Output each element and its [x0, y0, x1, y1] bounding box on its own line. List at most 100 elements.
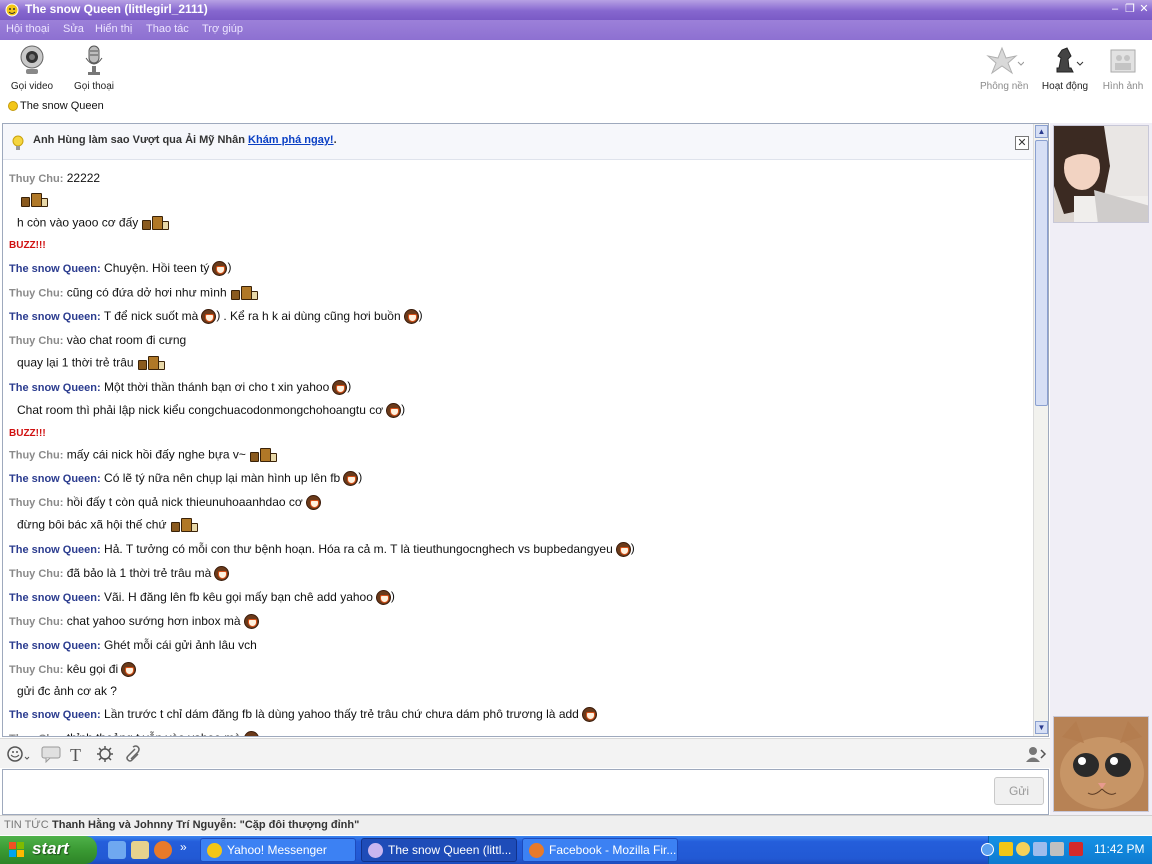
message-sender[interactable]: Thuy Chu:: [9, 335, 63, 347]
windows-logo-icon: [9, 842, 24, 857]
message-sender[interactable]: Thuy Chu:: [9, 616, 63, 628]
laugh-emoticon-icon: ): [212, 260, 234, 277]
menu-actions[interactable]: Thao tác: [146, 23, 189, 35]
laugh-emoticon-icon: ): [386, 402, 408, 419]
microphone-icon: [85, 45, 103, 75]
plugins-icon[interactable]: [95, 745, 115, 763]
minimize-button[interactable]: –: [1108, 2, 1122, 16]
send-button[interactable]: Gửi: [994, 777, 1044, 805]
tray-antivirus-icon[interactable]: [1069, 842, 1083, 856]
menu-help[interactable]: Trợ giúp: [202, 23, 243, 35]
activity-button[interactable]: Hoạt động: [1041, 44, 1089, 92]
drink-emoticon-icon: [230, 285, 259, 302]
chat-message: Thuy Chu: thỉnh thoảng t vẫn vào yahoo m…: [9, 731, 261, 736]
taskbar-item-chat-window[interactable]: The snow Queen (littl...: [361, 838, 517, 862]
images-button[interactable]: Hình ảnh: [1101, 44, 1145, 92]
message-text: Vãi. H đăng lên fb kêu gọi mấy bạn chê a…: [104, 590, 373, 604]
message-input[interactable]: [2, 769, 1049, 815]
firefox-quicklaunch-icon[interactable]: [154, 841, 172, 859]
online-status-icon: [8, 101, 18, 111]
contact-info-icon[interactable]: [1024, 745, 1048, 763]
message-sender[interactable]: Thuy Chu:: [9, 568, 63, 580]
message-sender[interactable]: The snow Queen:: [9, 592, 101, 604]
notepad-quicklaunch-icon[interactable]: [131, 841, 149, 859]
ad-banner: Anh Hùng làm sao Vượt qua Ải Mỹ Nhân Khá…: [3, 124, 1033, 160]
message-sender[interactable]: Thuy Chu:: [9, 288, 63, 300]
message-sender[interactable]: The snow Queen:: [9, 709, 101, 721]
banner-close-button[interactable]: ✕: [1015, 136, 1029, 150]
buzz-notice: BUZZ!!!: [9, 240, 46, 251]
ie-quicklaunch-icon[interactable]: [108, 841, 126, 859]
menu-conversation[interactable]: Hội thoại: [6, 23, 49, 35]
message-sender[interactable]: Thuy Chu:: [9, 664, 63, 676]
message-text: h còn vào yaoo cơ đấy: [17, 215, 139, 230]
flower-icon: [986, 46, 1025, 75]
message-text: Một thời thần thánh bạn ơi cho t xin yah…: [104, 380, 330, 394]
message-text: Chat room thì phải lập nick kiểu congchu…: [17, 403, 384, 417]
message-sender[interactable]: The snow Queen:: [9, 382, 101, 394]
chat-message: đừng bôi bác xã hội thế chứ: [17, 517, 199, 534]
menu-edit[interactable]: Sửa: [63, 23, 84, 35]
my-avatar[interactable]: [1053, 716, 1149, 812]
toolbar: Gọi video Gọi thoại Phông nền Hoạt động …: [0, 40, 1152, 98]
message-sender[interactable]: The snow Queen:: [9, 544, 101, 556]
message-text: . Kể ra h k ai dùng cũng hơi buồn: [223, 309, 401, 323]
attach-file-icon[interactable]: [122, 745, 140, 763]
conversation-area: Anh Hùng làm sao Vượt qua Ải Mỹ Nhân Khá…: [2, 123, 1049, 737]
message-text: vào chat room đi cưng: [66, 333, 187, 347]
menu-view[interactable]: Hiển thị: [95, 23, 132, 35]
chat-message: The snow Queen: Có lẽ tý nữa nên chụp lạ…: [9, 470, 365, 487]
message-sender[interactable]: The snow Queen:: [9, 263, 101, 275]
scroll-up-arrow-icon[interactable]: ▲: [1035, 125, 1048, 138]
news-headline[interactable]: Thanh Hằng và Johnny Trí Nguyễn: "Cặp đô…: [52, 819, 359, 831]
tray-messenger-icon[interactable]: [999, 842, 1013, 856]
chat-message: Thuy Chu: kêu gọi đi: [9, 662, 138, 678]
message-sender[interactable]: The snow Queen:: [9, 473, 101, 485]
laugh-emoticon-icon: [243, 731, 261, 736]
tray-network-icon[interactable]: [1033, 842, 1047, 856]
chat-message: Thuy Chu: đã bảo là 1 thời trẻ trâu mà: [9, 566, 231, 582]
drink-emoticon-icon: [21, 192, 49, 209]
message-sender[interactable]: The snow Queen:: [9, 640, 101, 652]
audible-icon[interactable]: [40, 745, 62, 764]
message-sender[interactable]: Thuy Chu:: [9, 497, 63, 509]
restore-button[interactable]: ❐: [1123, 2, 1137, 16]
chat-message: Thuy Chu: cũng có đứa dở hơi như mình: [9, 285, 259, 302]
system-tray: 11:42 PM: [981, 836, 1152, 864]
message-sender[interactable]: The snow Queen:: [9, 311, 101, 323]
chat-message: Thuy Chu: mấy cái nick hồi đấy nghe bựa …: [9, 447, 278, 464]
message-sender[interactable]: Thuy Chu:: [9, 733, 63, 736]
video-call-button[interactable]: Gọi video: [10, 44, 54, 92]
chat-message: The snow Queen: T để nick suốt mà). Kể r…: [9, 308, 426, 325]
laugh-emoticon-icon: [581, 707, 599, 723]
voice-call-button[interactable]: Gọi thoại: [72, 44, 116, 92]
close-button[interactable]: ✕: [1137, 2, 1151, 16]
contact-avatar[interactable]: [1053, 125, 1149, 223]
text-format-icon[interactable]: T: [70, 745, 81, 765]
scroll-thumb[interactable]: [1035, 140, 1048, 406]
tray-volume-icon[interactable]: [1050, 842, 1064, 856]
tray-yahoo-icon[interactable]: [1016, 842, 1030, 856]
drink-emoticon-icon: [142, 215, 170, 232]
message-text: quay lại 1 thời trẻ trâu: [17, 355, 134, 370]
chat-scrollbar[interactable]: ▲ ▼: [1033, 124, 1048, 736]
contact-name[interactable]: The snow Queen: [20, 100, 104, 112]
taskbar-item-yahoo-messenger[interactable]: Yahoo! Messenger: [200, 838, 356, 862]
chat-message: The snow Queen: Chuyện. Hồi teen tý): [9, 260, 234, 277]
start-button[interactable]: start: [0, 836, 97, 864]
message-sender[interactable]: Thuy Chu:: [9, 173, 63, 185]
banner-link[interactable]: Khám phá ngay!: [248, 134, 334, 146]
message-sender[interactable]: Thuy Chu:: [9, 450, 63, 462]
message-text: cũng có đứa dở hơi như mình: [66, 285, 227, 300]
tray-expand-icon[interactable]: [981, 843, 994, 856]
message-text: T để nick suốt mà: [103, 309, 199, 323]
scroll-down-arrow-icon[interactable]: ▼: [1035, 721, 1048, 734]
drink-emoticon-icon: [137, 355, 166, 372]
smiley-picker-icon[interactable]: [7, 745, 33, 763]
laugh-emoticon-icon: ): [332, 379, 354, 396]
news-ticker: TIN TỨC Thanh Hằng và Johnny Trí Nguyễn:…: [0, 815, 1152, 835]
quicklaunch-more-icon[interactable]: »: [180, 840, 187, 854]
taskbar-item-firefox[interactable]: Facebook - Mozilla Fir...: [522, 838, 678, 862]
background-button[interactable]: Phông nền: [980, 44, 1028, 92]
cat-photo-icon: [1054, 717, 1148, 811]
